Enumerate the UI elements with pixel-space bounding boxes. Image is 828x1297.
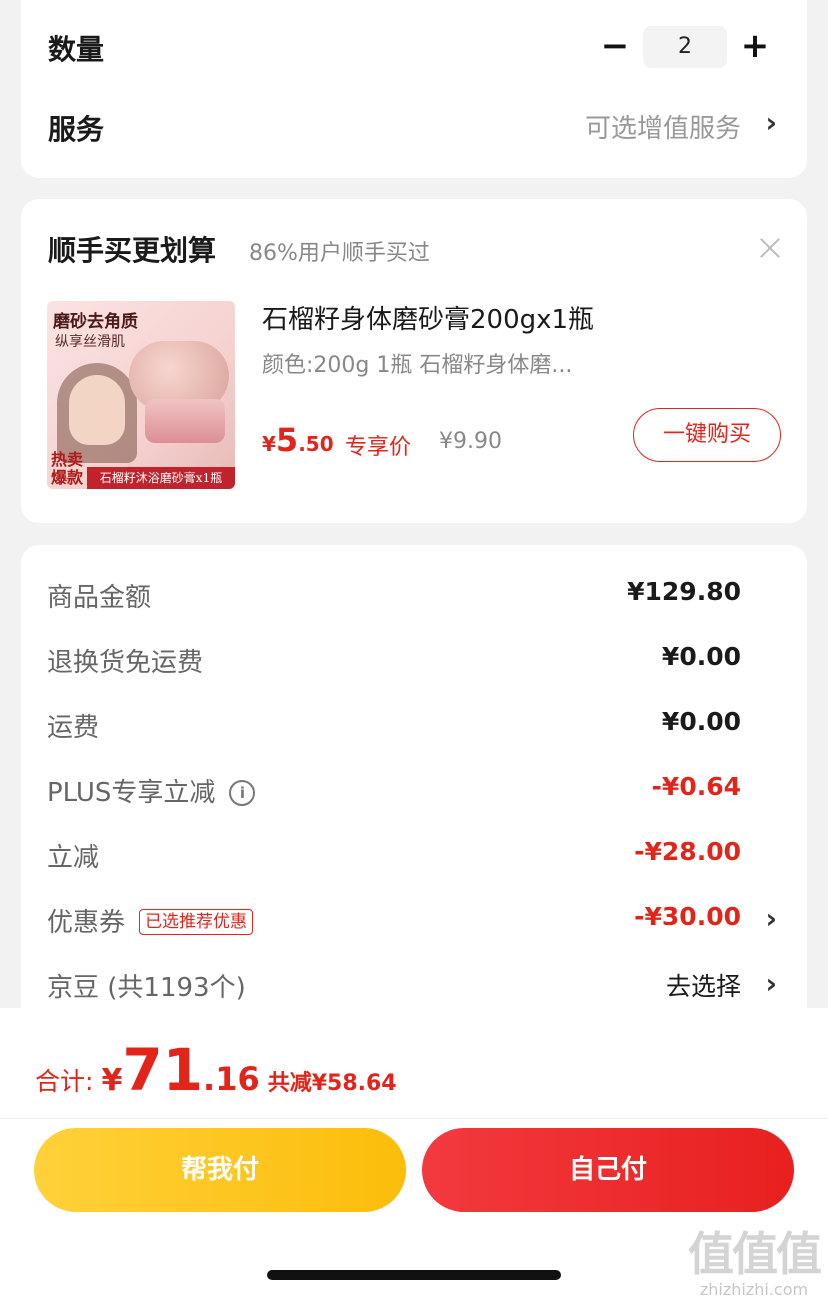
service-label: 服务 [48, 113, 105, 146]
pay-myself-button[interactable]: 自己付 [422, 1128, 794, 1212]
close-icon[interactable] [759, 237, 781, 259]
coupon-chevron-right-icon[interactable]: › [765, 902, 777, 935]
quantity-minus-button[interactable]: − [595, 26, 635, 66]
checkout-bar: 合计: ¥71.16 共减¥58.64 帮我付 自己付 值值值 zhizhizhi.… [0, 1008, 828, 1297]
summary-label: 运费 [47, 713, 100, 743]
total-currency: ¥ [101, 1063, 123, 1098]
summary-row-instant-discount: 立减 -¥28.00 [21, 837, 807, 877]
summary-value: ¥129.80 [627, 577, 741, 606]
service-selector[interactable]: 可选增值服务 [585, 108, 741, 145]
total-amount: 合计: ¥71.16 共减¥58.64 [35, 1036, 397, 1104]
price-integer: 5 [275, 421, 299, 459]
summary-value: ¥0.00 [661, 642, 741, 671]
summary-label: 退换货免运费 [47, 648, 204, 678]
home-indicator[interactable] [267, 1270, 561, 1280]
summary-row-jingdou[interactable]: 京豆 (共1193个) 去选择 › [21, 967, 807, 1007]
quantity-service-card: 数量 − 2 + 服务 可选增值服务 › [21, 0, 807, 178]
thumb-model-face [69, 375, 125, 445]
summary-label: PLUS专享立减 i [47, 772, 256, 809]
quantity-plus-button[interactable]: + [735, 26, 775, 66]
divider [0, 1118, 828, 1119]
jingdou-chevron-right-icon[interactable]: › [765, 967, 777, 1000]
product-price: ¥5.50 [262, 421, 334, 459]
exclusive-price-tag: 专享价 [345, 435, 412, 460]
price-currency: ¥ [262, 432, 276, 456]
order-summary-card: 商品金额 ¥129.80 退换货免运费 ¥0.00 运费 ¥0.00 PLUS专… [21, 545, 807, 1045]
summary-value: -¥0.64 [651, 772, 741, 801]
watermark: 值值值 zhizhizhi.com [688, 1218, 822, 1297]
summary-label: 商品金额 [47, 583, 152, 613]
quantity-input[interactable]: 2 [643, 26, 727, 68]
thumb-hot-label: 热卖爆款 [51, 450, 84, 487]
product-name[interactable]: 石榴籽身体磨砂膏200gx1瓶 [262, 299, 594, 336]
summary-value: -¥28.00 [634, 837, 741, 866]
jingdou-select[interactable]: 去选择 [666, 967, 741, 1003]
product-image[interactable]: 磨砂去角质 纵享丝滑肌 热卖爆款 石榴籽沐浴磨砂膏x1瓶 [47, 301, 235, 489]
price-decimal: .50 [298, 432, 334, 456]
total-saved: 共减¥58.64 [267, 1071, 397, 1096]
thumb-band: 石榴籽沐浴磨砂膏x1瓶 [87, 467, 235, 489]
bundle-title: 顺手买更划算 [48, 234, 217, 267]
summary-row-goods-amount: 商品金额 ¥129.80 [21, 577, 807, 617]
thumb-subtitle: 纵享丝滑肌 [55, 334, 125, 350]
thumb-product-jar [145, 399, 225, 443]
total-decimal: .16 [203, 1060, 260, 1098]
bundle-subtitle: 86%用户顺手买过 [249, 241, 430, 266]
original-price: ¥9.90 [439, 429, 502, 454]
one-click-buy-button[interactable]: 一键购买 [633, 408, 781, 462]
summary-row-plus-discount: PLUS专享立减 i -¥0.64 [21, 772, 807, 812]
summary-value: ¥0.00 [661, 707, 741, 736]
coupon-label: 优惠券 [47, 908, 126, 938]
service-chevron-right-icon[interactable]: › [765, 106, 777, 139]
total-integer: 71 [122, 1036, 204, 1104]
summary-row-shipping: 运费 ¥0.00 [21, 707, 807, 747]
summary-label: 优惠券 已选推荐优惠 [47, 902, 254, 939]
product-spec: 颜色:200g 1瓶 石榴籽身体磨... [262, 353, 573, 378]
summary-row-coupon[interactable]: 优惠券 已选推荐优惠 -¥30.00 › [21, 902, 807, 942]
plus-discount-label: PLUS专享立减 [47, 778, 216, 808]
help-me-pay-button[interactable]: 帮我付 [34, 1128, 406, 1212]
info-icon[interactable]: i [229, 780, 256, 806]
watermark-site: zhizhizhi.com [699, 1280, 809, 1297]
total-label: 合计: [35, 1067, 94, 1096]
coupon-recommended-badge: 已选推荐优惠 [139, 909, 254, 935]
summary-value: -¥30.00 [634, 902, 741, 931]
summary-label: 京豆 (共1193个) [47, 973, 246, 1003]
thumb-title: 磨砂去角质 [53, 312, 138, 332]
watermark-logo: 值值值 [688, 1227, 822, 1281]
bundle-recommend-card: 顺手买更划算 86%用户顺手买过 磨砂去角质 纵享丝滑肌 热卖爆款 石榴籽沐浴磨… [21, 199, 807, 523]
quantity-label: 数量 [48, 33, 105, 66]
summary-label: 立减 [47, 843, 100, 873]
summary-row-return-shipping: 退换货免运费 ¥0.00 [21, 642, 807, 682]
